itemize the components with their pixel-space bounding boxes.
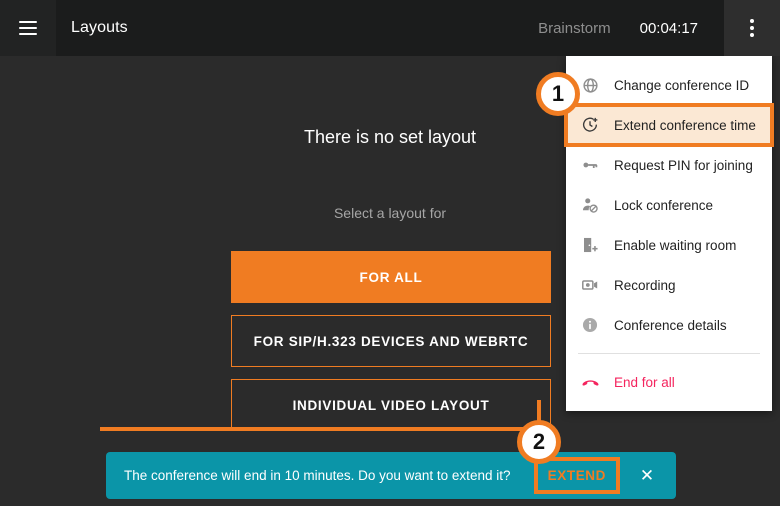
more-vertical-icon — [750, 19, 754, 37]
menu-item-extend-conference-time[interactable]: Extend conference time — [564, 103, 774, 147]
more-options-button[interactable] — [724, 0, 780, 56]
menu-item-lock-conference[interactable]: Lock conference — [566, 185, 772, 225]
menu-item-label: Enable waiting room — [614, 237, 737, 253]
conference-expiry-snackbar: The conference will end in 10 minutes. D… — [106, 452, 676, 499]
menu-item-recording[interactable]: Recording — [566, 265, 772, 305]
person-blocked-icon — [580, 195, 600, 215]
globe-icon — [580, 75, 600, 95]
layout-button-sip-h323-webrtc[interactable]: FOR SIP/H.323 DEVICES AND WEBRTC — [231, 315, 551, 367]
hamburger-icon — [19, 21, 37, 35]
menu-item-label: Change conference ID — [614, 77, 750, 93]
close-icon[interactable]: ✕ — [634, 463, 660, 489]
layout-buttons-group: FOR ALL FOR SIP/H.323 DEVICES AND WEBRTC… — [231, 251, 551, 443]
info-icon — [580, 315, 600, 335]
phone-hangup-icon — [580, 372, 600, 392]
menu-item-label: Request PIN for joining — [614, 157, 753, 173]
menu-item-label: Extend conference time — [614, 117, 756, 133]
hamburger-menu-button[interactable] — [0, 0, 56, 56]
door-plus-icon — [580, 235, 600, 255]
page-title: Layouts — [71, 19, 128, 36]
app-root: Layouts Brainstorm 00:04:17 There is no … — [0, 0, 780, 506]
menu-item-change-conference-id[interactable]: Change conference ID — [566, 65, 772, 105]
menu-divider — [578, 353, 760, 354]
menu-item-conference-details[interactable]: Conference details — [566, 305, 772, 345]
annotation-badge-2: 2 — [517, 420, 561, 464]
video-camera-icon — [580, 275, 600, 295]
menu-item-label: End for all — [614, 374, 675, 390]
key-icon — [580, 155, 600, 175]
layout-button-for-all[interactable]: FOR ALL — [231, 251, 551, 303]
menu-item-label: Lock conference — [614, 197, 714, 213]
clock-plus-icon — [580, 115, 600, 135]
menu-item-request-pin[interactable]: Request PIN for joining — [566, 145, 772, 185]
menu-item-end-for-all[interactable]: End for all — [566, 362, 772, 402]
snackbar-message: The conference will end in 10 minutes. D… — [124, 468, 511, 483]
annotation-badge-1: 1 — [536, 72, 580, 116]
conference-name: Brainstorm — [538, 19, 611, 37]
app-header: Layouts Brainstorm 00:04:17 — [0, 0, 780, 56]
menu-item-label: Recording — [614, 277, 676, 293]
annotation-connector-horizontal — [100, 427, 540, 431]
conference-timer: 00:04:17 — [639, 19, 698, 37]
menu-item-label: Conference details — [614, 317, 727, 333]
conference-options-menu: Change conference ID Extend conference t… — [564, 56, 774, 411]
menu-item-enable-waiting-room[interactable]: Enable waiting room — [566, 225, 772, 265]
layout-button-individual-video[interactable]: INDIVIDUAL VIDEO LAYOUT — [231, 379, 551, 431]
